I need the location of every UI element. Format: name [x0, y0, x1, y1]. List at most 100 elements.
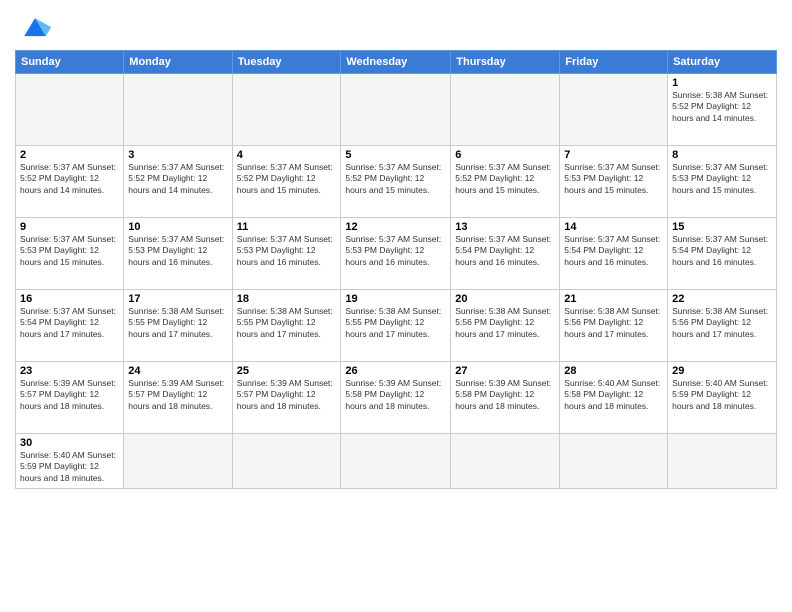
day-info: Sunrise: 5:39 AM Sunset: 5:57 PM Dayligh… — [20, 378, 119, 412]
calendar-cell: 2Sunrise: 5:37 AM Sunset: 5:52 PM Daylig… — [16, 146, 124, 218]
calendar-header-monday: Monday — [124, 51, 232, 74]
calendar-cell: 13Sunrise: 5:37 AM Sunset: 5:54 PM Dayli… — [451, 218, 560, 290]
calendar-header-sunday: Sunday — [16, 51, 124, 74]
day-number: 1 — [672, 77, 772, 89]
day-number: 29 — [672, 365, 772, 377]
calendar-cell — [668, 434, 777, 489]
calendar-cell: 22Sunrise: 5:38 AM Sunset: 5:56 PM Dayli… — [668, 290, 777, 362]
calendar-week-5: 23Sunrise: 5:39 AM Sunset: 5:57 PM Dayli… — [16, 362, 777, 434]
calendar-cell: 18Sunrise: 5:38 AM Sunset: 5:55 PM Dayli… — [232, 290, 341, 362]
day-number: 21 — [564, 293, 663, 305]
day-number: 26 — [345, 365, 446, 377]
day-number: 16 — [20, 293, 119, 305]
calendar-cell: 26Sunrise: 5:39 AM Sunset: 5:58 PM Dayli… — [341, 362, 451, 434]
day-number: 23 — [20, 365, 119, 377]
day-info: Sunrise: 5:37 AM Sunset: 5:53 PM Dayligh… — [672, 162, 772, 196]
day-number: 28 — [564, 365, 663, 377]
calendar-week-4: 16Sunrise: 5:37 AM Sunset: 5:54 PM Dayli… — [16, 290, 777, 362]
logo-icon — [17, 14, 53, 42]
day-number: 22 — [672, 293, 772, 305]
calendar-cell — [232, 74, 341, 146]
calendar-cell — [232, 434, 341, 489]
calendar-cell: 1Sunrise: 5:38 AM Sunset: 5:52 PM Daylig… — [668, 74, 777, 146]
day-info: Sunrise: 5:37 AM Sunset: 5:53 PM Dayligh… — [237, 234, 337, 268]
calendar-header-thursday: Thursday — [451, 51, 560, 74]
day-info: Sunrise: 5:37 AM Sunset: 5:53 PM Dayligh… — [20, 234, 119, 268]
day-number: 11 — [237, 221, 337, 233]
day-info: Sunrise: 5:38 AM Sunset: 5:55 PM Dayligh… — [128, 306, 227, 340]
calendar-header-tuesday: Tuesday — [232, 51, 341, 74]
calendar-cell: 11Sunrise: 5:37 AM Sunset: 5:53 PM Dayli… — [232, 218, 341, 290]
calendar-cell: 30Sunrise: 5:40 AM Sunset: 5:59 PM Dayli… — [16, 434, 124, 489]
calendar-header-friday: Friday — [560, 51, 668, 74]
day-number: 20 — [455, 293, 555, 305]
day-info: Sunrise: 5:38 AM Sunset: 5:55 PM Dayligh… — [237, 306, 337, 340]
calendar-cell: 23Sunrise: 5:39 AM Sunset: 5:57 PM Dayli… — [16, 362, 124, 434]
day-info: Sunrise: 5:39 AM Sunset: 5:58 PM Dayligh… — [455, 378, 555, 412]
day-info: Sunrise: 5:37 AM Sunset: 5:52 PM Dayligh… — [128, 162, 227, 196]
calendar-cell: 16Sunrise: 5:37 AM Sunset: 5:54 PM Dayli… — [16, 290, 124, 362]
day-number: 13 — [455, 221, 555, 233]
day-number: 3 — [128, 149, 227, 161]
day-info: Sunrise: 5:38 AM Sunset: 5:56 PM Dayligh… — [455, 306, 555, 340]
day-info: Sunrise: 5:38 AM Sunset: 5:55 PM Dayligh… — [345, 306, 446, 340]
calendar-week-3: 9Sunrise: 5:37 AM Sunset: 5:53 PM Daylig… — [16, 218, 777, 290]
calendar-cell: 6Sunrise: 5:37 AM Sunset: 5:52 PM Daylig… — [451, 146, 560, 218]
calendar-cell: 4Sunrise: 5:37 AM Sunset: 5:52 PM Daylig… — [232, 146, 341, 218]
day-number: 6 — [455, 149, 555, 161]
day-info: Sunrise: 5:40 AM Sunset: 5:59 PM Dayligh… — [672, 378, 772, 412]
calendar-cell — [451, 74, 560, 146]
calendar-cell: 21Sunrise: 5:38 AM Sunset: 5:56 PM Dayli… — [560, 290, 668, 362]
day-info: Sunrise: 5:37 AM Sunset: 5:53 PM Dayligh… — [564, 162, 663, 196]
day-info: Sunrise: 5:37 AM Sunset: 5:54 PM Dayligh… — [672, 234, 772, 268]
calendar-cell — [451, 434, 560, 489]
calendar-cell — [341, 434, 451, 489]
calendar-cell: 12Sunrise: 5:37 AM Sunset: 5:53 PM Dayli… — [341, 218, 451, 290]
calendar-cell: 25Sunrise: 5:39 AM Sunset: 5:57 PM Dayli… — [232, 362, 341, 434]
day-info: Sunrise: 5:37 AM Sunset: 5:52 PM Dayligh… — [345, 162, 446, 196]
day-info: Sunrise: 5:37 AM Sunset: 5:52 PM Dayligh… — [455, 162, 555, 196]
day-number: 4 — [237, 149, 337, 161]
calendar-cell: 15Sunrise: 5:37 AM Sunset: 5:54 PM Dayli… — [668, 218, 777, 290]
calendar-header-wednesday: Wednesday — [341, 51, 451, 74]
day-info: Sunrise: 5:37 AM Sunset: 5:52 PM Dayligh… — [237, 162, 337, 196]
calendar-cell: 7Sunrise: 5:37 AM Sunset: 5:53 PM Daylig… — [560, 146, 668, 218]
day-number: 30 — [20, 437, 119, 449]
calendar-header-saturday: Saturday — [668, 51, 777, 74]
calendar-week-1: 1Sunrise: 5:38 AM Sunset: 5:52 PM Daylig… — [16, 74, 777, 146]
calendar-cell: 19Sunrise: 5:38 AM Sunset: 5:55 PM Dayli… — [341, 290, 451, 362]
day-number: 10 — [128, 221, 227, 233]
day-number: 24 — [128, 365, 227, 377]
calendar-cell: 9Sunrise: 5:37 AM Sunset: 5:53 PM Daylig… — [16, 218, 124, 290]
day-number: 8 — [672, 149, 772, 161]
day-number: 12 — [345, 221, 446, 233]
day-number: 14 — [564, 221, 663, 233]
calendar-cell — [560, 434, 668, 489]
page: SundayMondayTuesdayWednesdayThursdayFrid… — [0, 0, 792, 499]
calendar-header-row: SundayMondayTuesdayWednesdayThursdayFrid… — [16, 51, 777, 74]
day-info: Sunrise: 5:37 AM Sunset: 5:52 PM Dayligh… — [20, 162, 119, 196]
day-info: Sunrise: 5:38 AM Sunset: 5:56 PM Dayligh… — [564, 306, 663, 340]
day-number: 2 — [20, 149, 119, 161]
day-info: Sunrise: 5:37 AM Sunset: 5:54 PM Dayligh… — [20, 306, 119, 340]
day-info: Sunrise: 5:38 AM Sunset: 5:56 PM Dayligh… — [672, 306, 772, 340]
calendar-cell: 24Sunrise: 5:39 AM Sunset: 5:57 PM Dayli… — [124, 362, 232, 434]
calendar-cell — [124, 74, 232, 146]
day-number: 18 — [237, 293, 337, 305]
calendar-cell: 10Sunrise: 5:37 AM Sunset: 5:53 PM Dayli… — [124, 218, 232, 290]
day-number: 27 — [455, 365, 555, 377]
day-info: Sunrise: 5:38 AM Sunset: 5:52 PM Dayligh… — [672, 90, 772, 124]
day-info: Sunrise: 5:39 AM Sunset: 5:57 PM Dayligh… — [237, 378, 337, 412]
day-number: 15 — [672, 221, 772, 233]
calendar-cell: 27Sunrise: 5:39 AM Sunset: 5:58 PM Dayli… — [451, 362, 560, 434]
day-number: 17 — [128, 293, 227, 305]
calendar-cell: 20Sunrise: 5:38 AM Sunset: 5:56 PM Dayli… — [451, 290, 560, 362]
day-number: 5 — [345, 149, 446, 161]
calendar-week-6: 30Sunrise: 5:40 AM Sunset: 5:59 PM Dayli… — [16, 434, 777, 489]
day-info: Sunrise: 5:40 AM Sunset: 5:59 PM Dayligh… — [20, 450, 119, 484]
day-info: Sunrise: 5:37 AM Sunset: 5:53 PM Dayligh… — [345, 234, 446, 268]
calendar-cell: 8Sunrise: 5:37 AM Sunset: 5:53 PM Daylig… — [668, 146, 777, 218]
logo — [15, 14, 53, 42]
calendar-cell: 17Sunrise: 5:38 AM Sunset: 5:55 PM Dayli… — [124, 290, 232, 362]
calendar-cell: 29Sunrise: 5:40 AM Sunset: 5:59 PM Dayli… — [668, 362, 777, 434]
